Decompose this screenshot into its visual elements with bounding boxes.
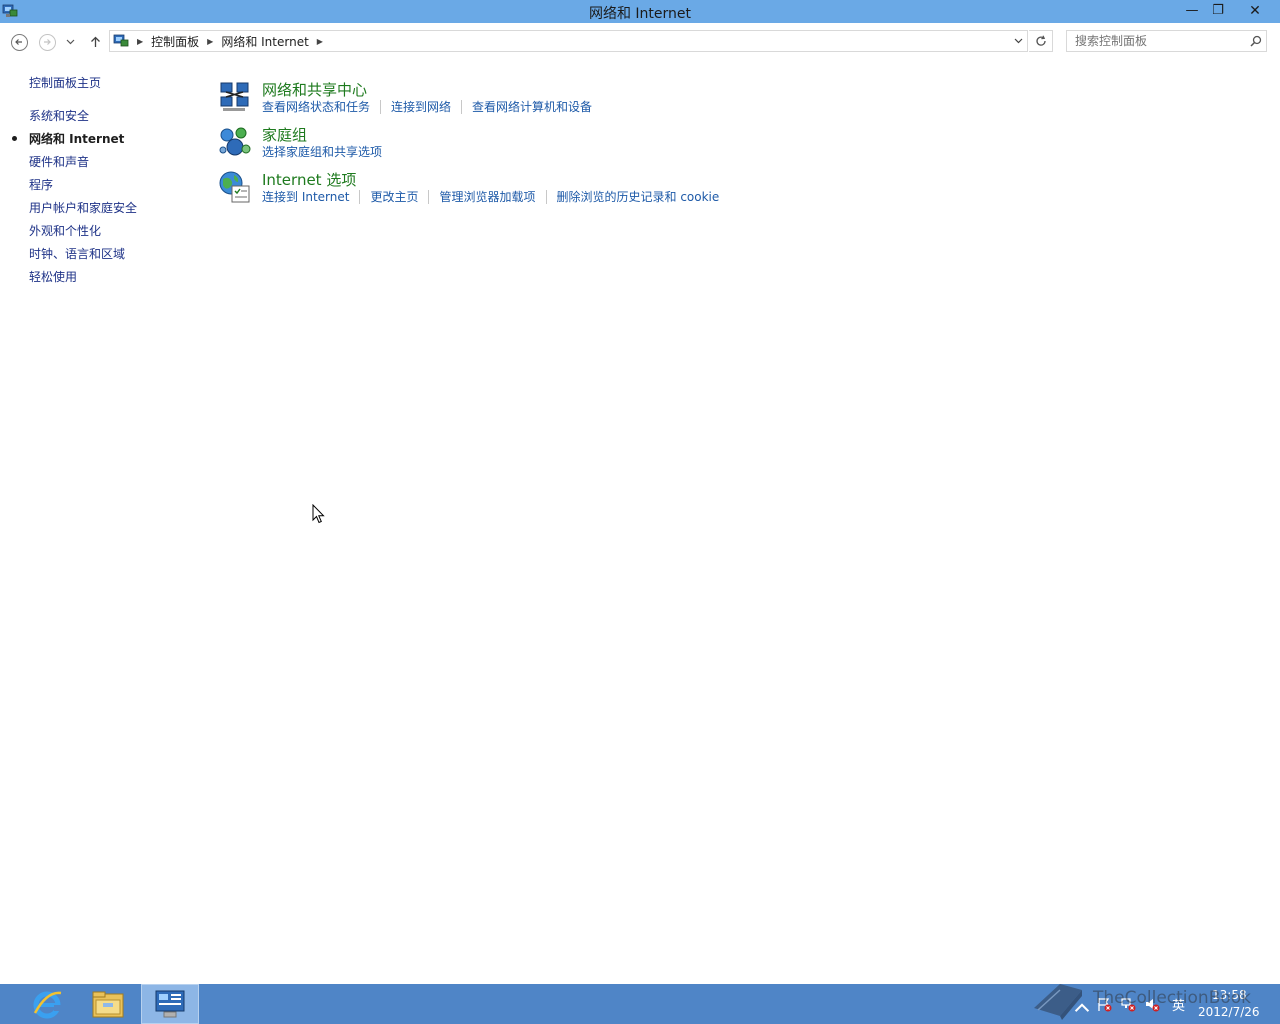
link-separator	[545, 189, 547, 204]
control-panel-icon	[113, 34, 129, 47]
link-connect-to-network[interactable]: 连接到网络	[391, 98, 451, 115]
sidebar-item-user-accounts[interactable]: 用户帐户和家庭安全	[29, 199, 137, 216]
close-icon: ✕	[1249, 2, 1261, 19]
sidebar-item-ease-of-access[interactable]: 轻松使用	[29, 268, 77, 285]
forward-arrow-icon	[38, 33, 56, 51]
category-links: 连接到 Internet 更改主页 管理浏览器加载项 删除浏览的历史记录和 co…	[262, 188, 719, 205]
sidebar-item-programs[interactable]: 程序	[29, 176, 53, 193]
back-arrow-icon	[10, 33, 28, 51]
taskbar-internet-explorer[interactable]	[18, 984, 76, 1024]
search-box[interactable]	[1066, 30, 1267, 52]
breadcrumb-separator-icon[interactable]: ▶	[137, 37, 143, 46]
category-heading-homegroup[interactable]: 家庭组	[262, 124, 307, 145]
watermark-text: TheCollectionBook	[1093, 988, 1252, 1008]
control-panel-icon	[155, 990, 185, 1018]
category-network-sharing-center: 网络和共享中心 查看网络状态和任务 连接到网络 查看网络计算机和设备	[218, 80, 818, 120]
link-view-network-computers[interactable]: 查看网络计算机和设备	[472, 98, 592, 115]
restore-icon: ❐	[1212, 3, 1224, 18]
link-separator	[461, 99, 463, 114]
link-separator	[359, 189, 361, 204]
sidebar-item-system-security[interactable]: 系统和安全	[29, 107, 89, 124]
minimize-button[interactable]: —	[1180, 0, 1204, 21]
search-icon[interactable]	[1246, 35, 1266, 47]
up-arrow-icon	[90, 36, 100, 47]
back-button[interactable]	[9, 32, 29, 52]
internet-options-icon[interactable]	[218, 170, 252, 204]
address-bar[interactable]: ▶ 控制面板 ▶ 网络和 Internet ▶	[109, 30, 1028, 52]
file-explorer-icon	[92, 991, 124, 1018]
category-heading-internet-options[interactable]: Internet 选项	[262, 169, 356, 190]
link-separator	[380, 99, 382, 114]
link-change-homepage[interactable]: 更改主页	[370, 188, 418, 205]
link-homegroup-sharing-options[interactable]: 选择家庭组和共享选项	[262, 143, 382, 160]
category-internet-options: Internet 选项 连接到 Internet 更改主页 管理浏览器加载项 删…	[218, 170, 818, 210]
link-view-network-status[interactable]: 查看网络状态和任务	[262, 98, 370, 115]
minimize-icon: —	[1185, 3, 1199, 18]
network-sharing-center-icon[interactable]	[218, 80, 252, 114]
mouse-cursor-icon	[312, 504, 325, 524]
breadcrumb-control-panel[interactable]: 控制面板	[151, 33, 199, 50]
category-heading-network-sharing-center[interactable]: 网络和共享中心	[262, 79, 367, 100]
breadcrumb-separator-icon[interactable]: ▶	[207, 37, 213, 46]
link-connect-to-internet[interactable]: 连接到 Internet	[262, 188, 349, 205]
restore-button[interactable]: ❐	[1206, 0, 1230, 21]
category-homegroup: 家庭组 选择家庭组和共享选项	[218, 125, 818, 165]
taskbar-file-explorer[interactable]	[79, 984, 137, 1024]
search-input[interactable]	[1067, 32, 1246, 50]
link-delete-history[interactable]: 删除浏览的历史记录和 cookie	[557, 188, 720, 205]
sidebar-item-network-internet[interactable]: 网络和 Internet	[29, 130, 124, 147]
sidebar-item-appearance[interactable]: 外观和个性化	[29, 222, 101, 239]
breadcrumb-network-internet[interactable]: 网络和 Internet	[221, 33, 308, 50]
address-dropdown-icon[interactable]	[1014, 34, 1023, 48]
title-bar[interactable]: 网络和 Internet — ❐ ✕	[0, 0, 1280, 23]
refresh-icon	[1035, 35, 1046, 46]
recent-locations-button[interactable]	[62, 32, 78, 52]
window-title: 网络和 Internet	[588, 6, 692, 22]
taskbar-control-panel[interactable]	[141, 984, 199, 1024]
category-links: 查看网络状态和任务 连接到网络 查看网络计算机和设备	[262, 98, 592, 115]
breadcrumb-separator-icon[interactable]: ▶	[317, 37, 323, 46]
close-button[interactable]: ✕	[1232, 0, 1278, 21]
control-panel-home-link[interactable]: 控制面板主页	[29, 74, 101, 91]
current-item-bullet-icon	[12, 136, 17, 141]
internet-explorer-icon	[33, 991, 62, 1019]
sidebar-item-clock-language-region[interactable]: 时钟、语言和区域	[29, 245, 125, 262]
refresh-button[interactable]	[1029, 30, 1053, 52]
category-links: 选择家庭组和共享选项	[262, 143, 382, 160]
sidebar-item-hardware-sound[interactable]: 硬件和声音	[29, 153, 89, 170]
link-separator	[428, 189, 430, 204]
homegroup-icon[interactable]	[218, 125, 252, 159]
link-manage-addons[interactable]: 管理浏览器加载项	[439, 188, 535, 205]
chevron-down-icon	[66, 39, 74, 45]
up-button[interactable]	[85, 32, 105, 52]
forward-button[interactable]	[37, 32, 57, 52]
navigation-bar: ▶ 控制面板 ▶ 网络和 Internet ▶	[0, 23, 1280, 58]
